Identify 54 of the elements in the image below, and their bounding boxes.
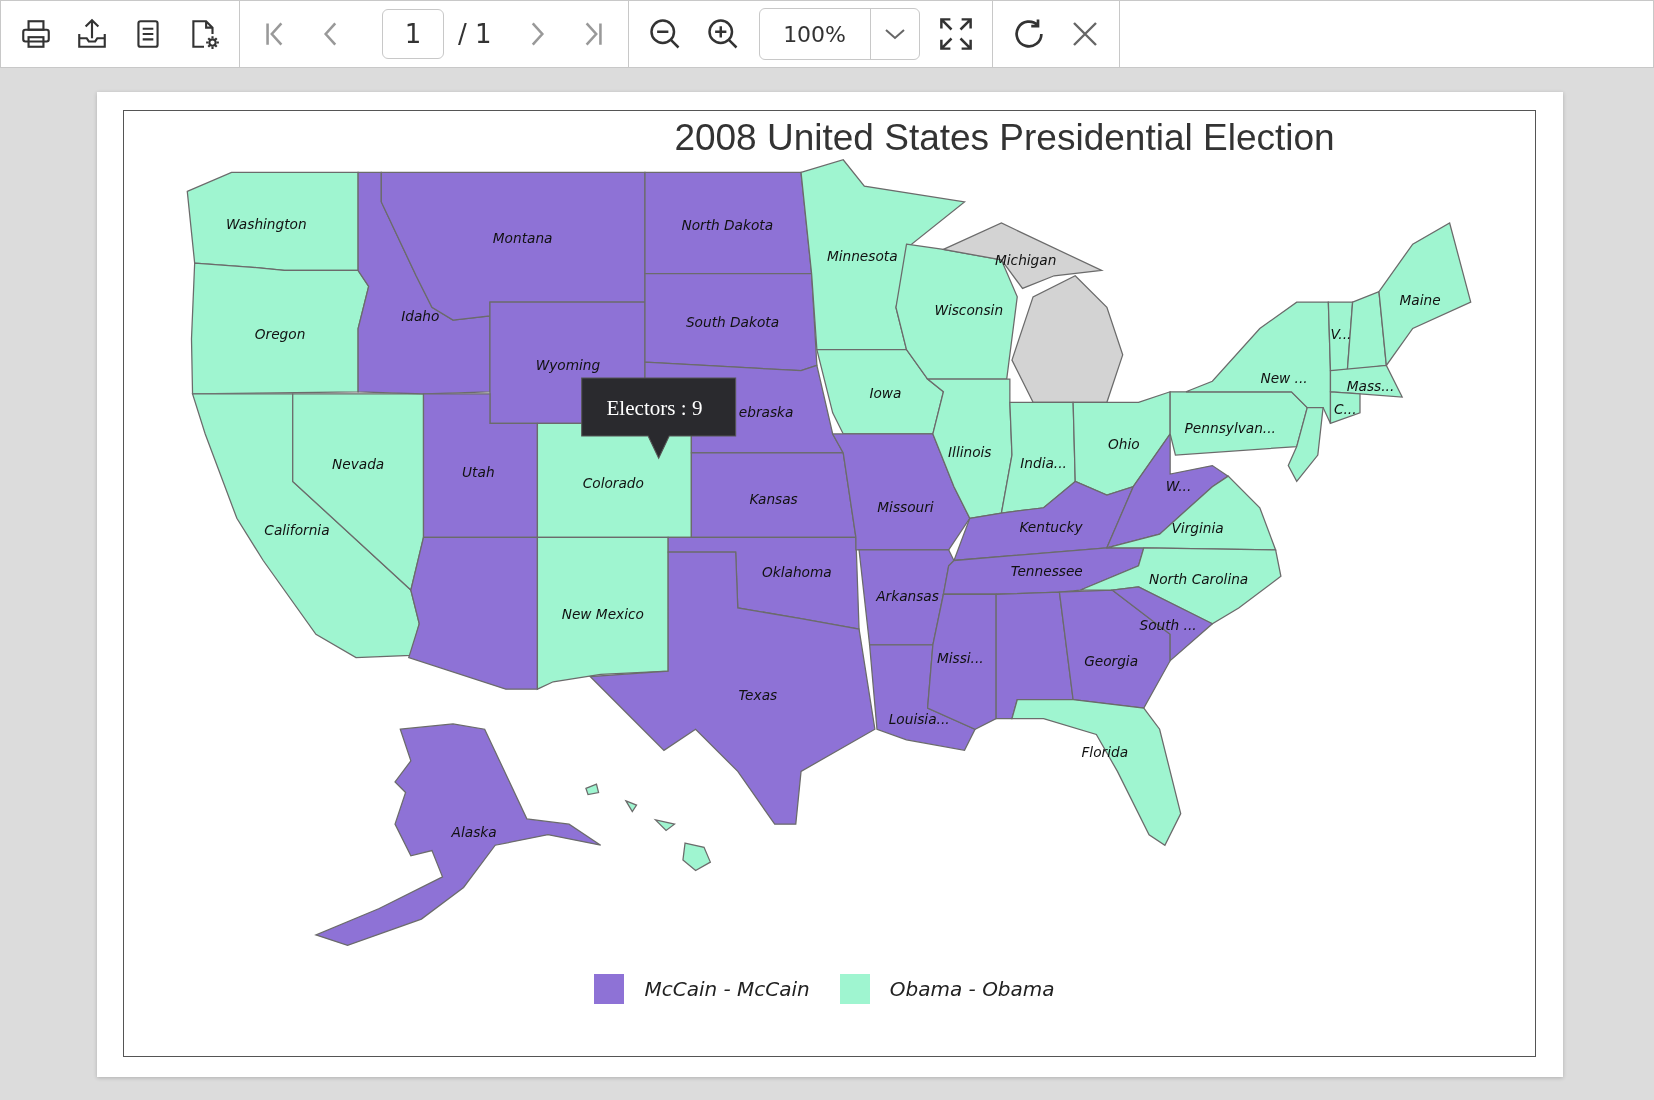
state-label: South Dakota (685, 314, 780, 331)
tooltip: Electors : 9 (581, 377, 737, 460)
state-label: Arkansas (876, 587, 939, 604)
state-label: Alaska (451, 823, 497, 840)
state-shape[interactable] (858, 549, 955, 646)
state-label: Minnesota (826, 248, 898, 264)
zoom-dropdown[interactable]: 100% (758, 8, 920, 60)
state-label: Iowa (869, 385, 902, 402)
state-label: Tennessee (1010, 563, 1083, 580)
state-label: Idaho (401, 308, 440, 325)
state-label: Michigan (995, 252, 1057, 269)
state-label: C... (1333, 400, 1357, 417)
state-label: South ... (1139, 617, 1197, 634)
state-shape[interactable] (536, 422, 692, 538)
legend-label: Obama - Obama (889, 977, 1055, 1001)
state-label: Nevada (332, 455, 385, 472)
page-total: / 1 (458, 19, 492, 49)
state-label: California (264, 522, 330, 539)
state-label: Georgia (1084, 652, 1139, 669)
state-label: Utah (462, 464, 495, 481)
state-label: Oklahoma (762, 564, 832, 581)
chevron-down-icon (883, 27, 906, 41)
state-label: North Dakota (681, 217, 774, 234)
state-label: Missouri (877, 499, 934, 515)
page-number-field[interactable]: 1 (382, 9, 444, 59)
state-label: Wyoming (535, 356, 601, 373)
state-label: Kentucky (1019, 519, 1083, 536)
state-label: Pennsylvan... (1184, 419, 1276, 436)
state-label: Montana (492, 230, 553, 247)
state-label: W... (1165, 477, 1192, 494)
state-label: New Mexico (561, 605, 644, 622)
state-label: Texas (738, 686, 778, 703)
state-label: North Carolina (1149, 570, 1249, 587)
state-label: Virginia (1171, 520, 1224, 537)
state-label: Mass... (1346, 377, 1395, 394)
state-label: Missi... (936, 649, 984, 666)
state-shape[interactable] (1329, 391, 1361, 425)
state-label: Louisia... (888, 710, 950, 727)
legend-label: McCain - McCain (644, 977, 810, 1001)
state-label: New ... (1260, 370, 1308, 387)
state-label: Kansas (749, 490, 798, 507)
state-label: Maine (1399, 292, 1441, 309)
state-label: Colorado (582, 474, 644, 491)
state-label: Ohio (1107, 435, 1140, 452)
state-label: ebraska (738, 404, 794, 421)
state-label: Washington (226, 216, 307, 233)
state-shape[interactable] (942, 547, 1145, 595)
state-label: Oregon (254, 326, 306, 343)
state-label: V... (1330, 326, 1352, 343)
map-title: 2008 United States Presidential Election (673, 116, 1336, 159)
state-label: Florida (1081, 743, 1129, 760)
state-label: Illinois (948, 444, 992, 461)
state-label: India... (1020, 454, 1067, 471)
state-label: Wisconsin (934, 301, 1004, 318)
